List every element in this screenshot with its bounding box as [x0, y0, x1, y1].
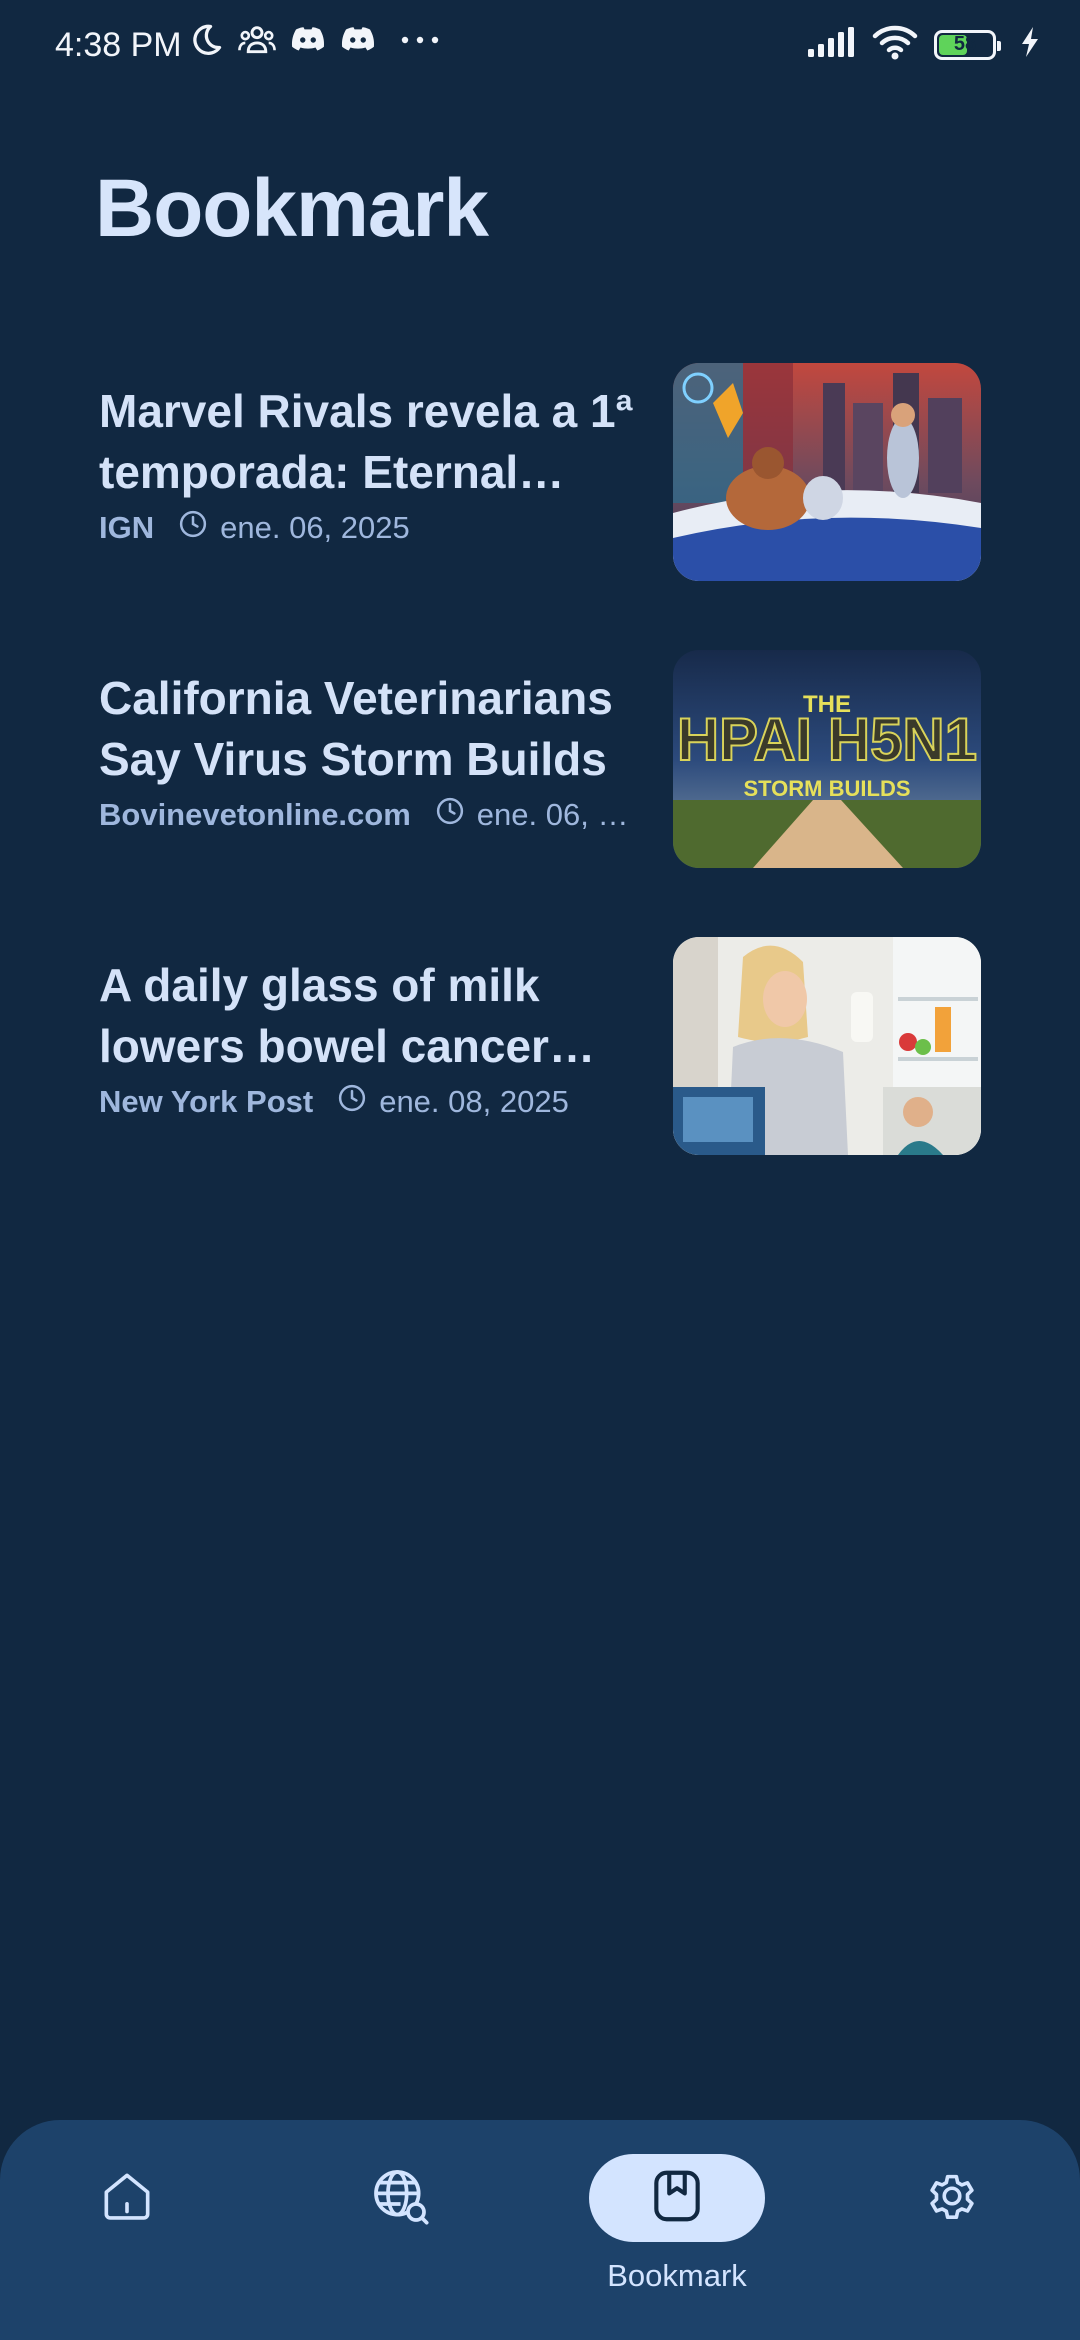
- nav-item-settings[interactable]: [872, 2120, 1032, 2340]
- people-icon: [238, 23, 276, 57]
- nav-pill: [39, 2154, 215, 2242]
- article-title: California Veterinarians Say Virus Storm…: [99, 672, 613, 785]
- home-icon: [96, 2165, 158, 2232]
- thumb-text-main: HPAI H5N1: [677, 706, 977, 773]
- nav-label-bookmark: Bookmark: [607, 2258, 747, 2293]
- status-bar: 4:38 PM 58: [0, 0, 1080, 96]
- nav-pill: [312, 2154, 488, 2242]
- article-date: ene. 08, 2025: [379, 1084, 569, 1119]
- milk-image: [673, 937, 981, 1155]
- article-item[interactable]: California Veterinarians Say Virus Storm…: [0, 650, 1080, 880]
- article-source: IGN: [99, 510, 155, 545]
- status-icons-left: [188, 22, 440, 58]
- clock-icon: [178, 509, 208, 547]
- bottom-navigation: Bookmark: [0, 2120, 1080, 2340]
- article-meta: New York Post ene. 08, 2025: [99, 1083, 639, 1121]
- article-date: ene. 06, 2025: [476, 797, 639, 832]
- battery-percent: 58: [953, 33, 977, 55]
- thumb-text-bottom: STORM BUILDS: [743, 776, 910, 801]
- article-item[interactable]: Marvel Rivals revela a 1ª temporada: Ete…: [0, 363, 1080, 593]
- gear-icon: [921, 2165, 983, 2232]
- battery-icon: 58: [934, 29, 1001, 60]
- charging-icon: [1020, 27, 1040, 62]
- hpai-h5n1-image: THE HPAI H5N1 STORM BUILDS: [673, 650, 981, 868]
- nav-item-explore[interactable]: [320, 2120, 480, 2340]
- article-source: Bovinevetonline.com: [99, 797, 411, 832]
- nav-item-bookmark[interactable]: Bookmark: [589, 2120, 765, 2340]
- wifi-icon: [872, 24, 918, 65]
- article-source: New York Post: [99, 1084, 314, 1119]
- status-icons-right: 58: [808, 24, 1040, 65]
- moon-icon: [188, 22, 224, 58]
- article-title: A daily glass of milk lowers bowel cance…: [99, 959, 549, 1072]
- page-title: Bookmark: [95, 163, 489, 254]
- clock-icon: [435, 796, 465, 834]
- nav-pill: [864, 2154, 1040, 2242]
- bookmark-icon: [646, 2165, 708, 2232]
- article-item[interactable]: A daily glass of milk lowers bowel cance…: [0, 937, 1080, 1167]
- marvel-rivals-image: [673, 363, 981, 581]
- signal-icon: [808, 27, 856, 62]
- article-meta: Bovinevetonline.com ene. 06, 2025: [99, 796, 639, 834]
- article-meta: IGN ene. 06, 2025: [99, 509, 639, 547]
- clock-icon: [337, 1083, 367, 1121]
- discord-icon: [290, 25, 326, 55]
- nav-pill-active: [589, 2154, 765, 2242]
- article-date: ene. 06, 2025: [220, 510, 410, 545]
- article-title: Marvel Rivals revela a 1ª temporada: Ete…: [99, 385, 633, 498]
- discord-icon: [340, 25, 376, 55]
- more-dots-icon: [400, 35, 440, 45]
- nav-item-home[interactable]: [47, 2120, 207, 2340]
- globe-search-icon: [368, 2164, 432, 2233]
- status-time: 4:38 PM: [55, 26, 182, 64]
